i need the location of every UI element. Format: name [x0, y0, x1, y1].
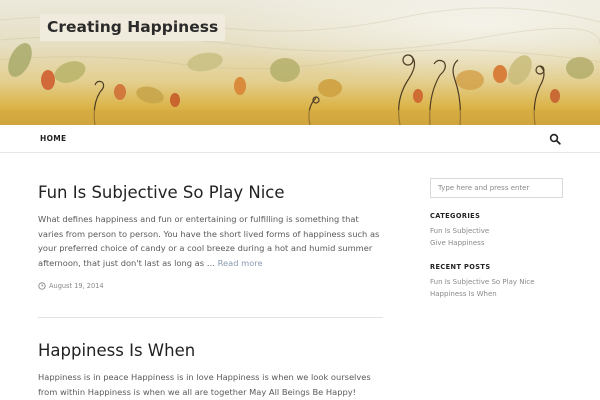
post-date: August 19, 2014: [38, 281, 104, 291]
recent-post-link[interactable]: Fun Is Subjective So Play Nice: [430, 278, 535, 286]
sidebar-search-input[interactable]: [430, 178, 563, 198]
post-title[interactable]: Fun Is Subjective So Play Nice: [38, 183, 285, 202]
post-title[interactable]: Happiness Is When: [38, 341, 195, 360]
post-excerpt: Happiness is in peace Happiness is in lo…: [38, 370, 384, 399]
recent-post-link[interactable]: Happiness Is When: [430, 290, 497, 298]
search-icon[interactable]: [549, 133, 561, 145]
post-excerpt-text: What defines happiness and fun or entert…: [38, 214, 380, 268]
post-excerpt: What defines happiness and fun or entert…: [38, 212, 384, 270]
recent-posts-widget-title: RECENT POSTS: [430, 263, 491, 271]
site-title[interactable]: Creating Happiness: [40, 14, 226, 41]
post-date-text[interactable]: August 19, 2014: [49, 282, 104, 290]
read-more-link[interactable]: Read more: [218, 258, 263, 268]
category-link[interactable]: Give Happiness: [430, 239, 484, 247]
post-divider: [38, 317, 383, 318]
categories-widget-title: CATEGORIES: [430, 212, 481, 220]
header-banner: Creating Happiness: [0, 0, 600, 125]
main-navigation: HOME: [0, 125, 600, 153]
nav-item-home[interactable]: HOME: [40, 125, 66, 153]
category-link[interactable]: Fun Is Subjective: [430, 227, 489, 235]
post-excerpt-text: Happiness is in peace Happiness is in lo…: [38, 372, 371, 397]
clock-icon: [38, 282, 46, 290]
